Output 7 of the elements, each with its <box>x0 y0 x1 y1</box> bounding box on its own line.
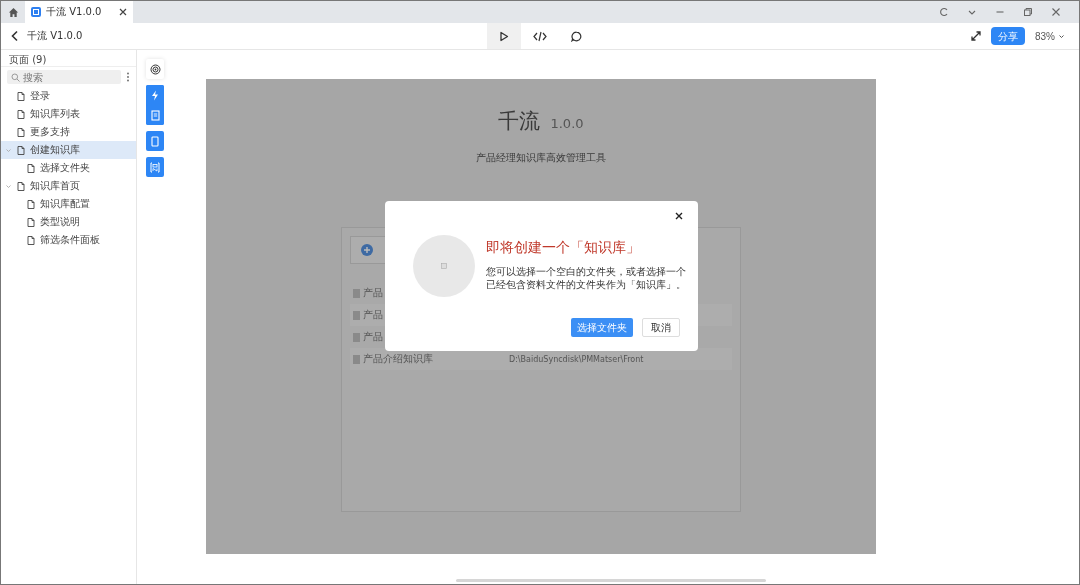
pages-heading: 页面 (9) <box>1 50 136 67</box>
app-title: 千流 <box>498 108 541 135</box>
dialog-title: 即将创建一个「知识库」 <box>486 239 641 257</box>
version-label: 1.0.0 <box>550 116 584 131</box>
app-subtitle: 产品经理知识库高效管理工具 <box>476 151 606 165</box>
project-title: 千流 V1.0.0 <box>27 29 83 43</box>
dialog-message: 您可以选择一个空白的文件夹，或者选择一个已经包含资料文件的文件夹作为「知识库」。 <box>486 265 686 291</box>
